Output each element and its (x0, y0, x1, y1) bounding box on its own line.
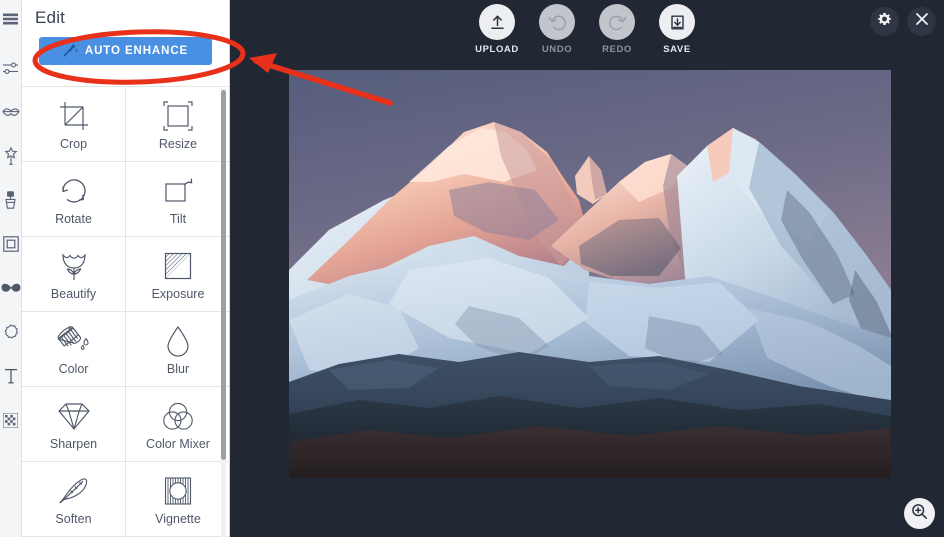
tool-label: Color (58, 362, 89, 377)
crop-icon (54, 97, 94, 135)
tool-blur[interactable]: Blur (126, 312, 229, 387)
tool-color[interactable]: Color (22, 312, 126, 387)
brush-icon[interactable] (0, 189, 22, 211)
settings-button[interactable] (870, 7, 899, 36)
top-toolbar: UPLOAD UNDO REDO SAVE (230, 0, 944, 57)
upload-button[interactable]: UPLOAD (475, 4, 519, 55)
tool-label: Rotate (55, 212, 92, 227)
save-download-icon (659, 4, 695, 40)
left-icon-rail (0, 0, 22, 537)
auto-enhance-button[interactable]: AUTO ENHANCE (39, 37, 212, 65)
tool-label: Resize (158, 137, 198, 152)
panel-scrollbar[interactable] (221, 88, 226, 537)
undo-arrow-icon (539, 4, 575, 40)
auto-enhance-container: AUTO ENHANCE (22, 33, 229, 79)
close-x-icon (915, 12, 929, 31)
tilt-icon (158, 172, 198, 210)
vignette-icon (158, 472, 198, 510)
feather-icon (54, 472, 94, 510)
tool-sharpen[interactable]: Sharpen (22, 387, 126, 462)
page-title: Edit (35, 8, 66, 27)
tool-label: Blur (166, 362, 190, 377)
edited-photo[interactable] (289, 70, 891, 478)
save-button[interactable]: SAVE (655, 4, 699, 55)
toolbar-label: SAVE (663, 44, 691, 55)
zoom-in-magnifier-icon (911, 503, 928, 525)
tool-beautify[interactable]: Beautify (22, 237, 126, 312)
tool-soften[interactable]: Soften (22, 462, 126, 537)
tool-label: Soften (55, 512, 92, 527)
edit-tools-panel: Edit AUTO ENHANCE Crop Resize Rotate Til… (22, 0, 230, 537)
magic-wand-star-icon[interactable] (0, 145, 22, 167)
tool-rotate[interactable]: Rotate (22, 162, 126, 237)
tool-vignette[interactable]: Vignette (126, 462, 229, 537)
tool-label: Vignette (155, 512, 201, 527)
undo-button[interactable]: UNDO (535, 4, 579, 55)
toolbar-label: REDO (602, 44, 632, 55)
auto-enhance-label: AUTO ENHANCE (84, 45, 189, 57)
magic-wand-icon (63, 43, 78, 60)
sliders-icon[interactable] (0, 57, 22, 79)
panel-scrollbar-thumb[interactable] (221, 90, 226, 460)
hamburger-menu-icon[interactable] (0, 8, 22, 30)
photo-editor-window: Edit AUTO ENHANCE Crop Resize Rotate Til… (0, 0, 944, 537)
tool-resize[interactable]: Resize (126, 87, 229, 162)
droplet-icon (158, 322, 198, 360)
tool-tilt[interactable]: Tilt (126, 162, 229, 237)
tool-crop[interactable]: Crop (22, 87, 126, 162)
mustache-icon[interactable] (0, 277, 22, 299)
canvas-area (230, 57, 944, 537)
tool-label: Color Mixer (146, 437, 210, 452)
flower-icon (54, 247, 94, 285)
tool-grid: Crop Resize Rotate Tilt Beautify Exposur… (22, 86, 229, 537)
badge-flower-icon[interactable] (0, 321, 22, 343)
tool-color-mixer[interactable]: Color Mixer (126, 387, 229, 462)
gear-icon (877, 12, 892, 32)
window-controls (870, 7, 936, 36)
paint-bucket-icon (54, 322, 94, 360)
venn-circles-icon (158, 397, 198, 435)
frame-icon[interactable] (0, 233, 22, 255)
upload-arrow-icon (479, 4, 515, 40)
resize-icon (158, 97, 198, 135)
text-t-icon[interactable] (0, 365, 22, 387)
tool-label: Crop (59, 137, 88, 152)
close-button[interactable] (907, 7, 936, 36)
zoom-in-button[interactable] (904, 498, 935, 529)
tool-label: Sharpen (49, 437, 98, 452)
redo-button[interactable]: REDO (595, 4, 639, 55)
tool-exposure[interactable]: Exposure (126, 237, 229, 312)
tool-label: Exposure (151, 287, 205, 302)
rotate-icon (54, 172, 94, 210)
tool-label: Tilt (169, 212, 187, 227)
checkered-grid-icon[interactable] (0, 409, 22, 431)
exposure-icon (158, 247, 198, 285)
tool-label: Beautify (50, 287, 97, 302)
toolbar-label: UNDO (541, 44, 573, 55)
diamond-icon (54, 397, 94, 435)
redo-arrow-icon (599, 4, 635, 40)
lips-icon[interactable] (0, 101, 22, 123)
toolbar-label: UPLOAD (475, 44, 519, 55)
